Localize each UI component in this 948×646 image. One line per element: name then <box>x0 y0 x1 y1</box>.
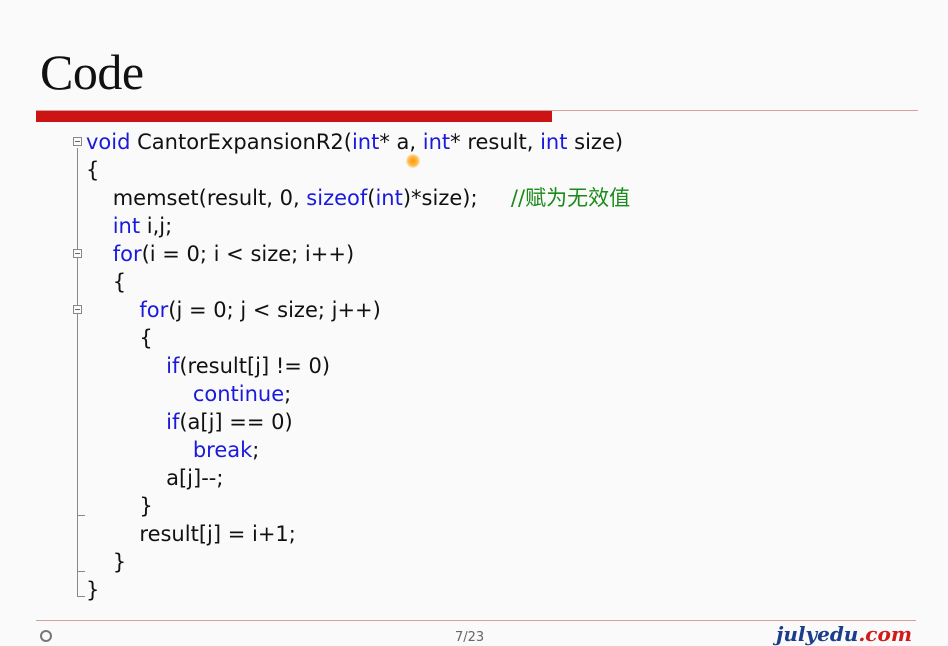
code-text: i,j; <box>140 214 173 238</box>
code-text: * result, <box>450 130 541 154</box>
code-text: ; <box>284 382 292 406</box>
title-accent-bar <box>36 111 552 122</box>
code-line: for(i = 0; i < size; i++) <box>86 240 354 268</box>
fold-guide-line <box>77 148 78 596</box>
code-line: int i,j; <box>86 212 173 240</box>
brand-logo: julyedu.com <box>776 622 912 646</box>
code-text: (j = 0; j < size; j++) <box>168 298 381 322</box>
code-keyword: int <box>375 186 403 210</box>
code-text: size) <box>567 130 624 154</box>
code-line: continue; <box>86 380 291 408</box>
code-line: result[j] = i+1; <box>86 520 296 548</box>
code-line: { <box>86 156 99 184</box>
code-line: } <box>86 576 99 604</box>
code-keyword: for <box>112 242 142 266</box>
fold-toggle-function[interactable] <box>73 137 82 146</box>
circle-icon <box>40 630 52 642</box>
code-text: (a[j] == 0) <box>179 410 293 434</box>
code-line: } <box>86 492 153 520</box>
code-text: } <box>86 494 153 518</box>
code-line: a[j]--; <box>86 464 223 492</box>
fold-end-function <box>77 596 85 597</box>
code-text: { <box>86 158 100 182</box>
code-text: { <box>86 270 127 294</box>
code-text: )*size); <box>402 186 511 210</box>
code-keyword: if <box>166 410 180 434</box>
code-text: ; <box>252 438 260 462</box>
fold-toggle-inner-loop[interactable] <box>73 305 82 314</box>
footer-divider <box>36 620 916 621</box>
code-keyword: if <box>166 354 180 378</box>
code-keyword: continue <box>192 382 285 406</box>
code-comment: //赋为无效值 <box>510 186 631 210</box>
code-line: break; <box>86 436 260 464</box>
brand-suffix: .com <box>858 622 912 646</box>
code-keyword: int <box>351 130 380 154</box>
code-keyword: int <box>422 130 451 154</box>
code-line: { <box>86 324 153 352</box>
code-text: } <box>86 550 127 574</box>
code-text: a[j]--; <box>86 466 224 490</box>
fold-toggle-outer-loop[interactable] <box>73 249 82 258</box>
code-keyword: sizeof <box>306 186 368 210</box>
slide-title: Code <box>40 44 144 100</box>
code-line: for(j = 0; j < size; j++) <box>86 296 381 324</box>
code-text: result[j] = i+1; <box>86 522 296 546</box>
fold-end-outer <box>77 571 85 572</box>
code-text: * a, <box>379 130 423 154</box>
code-keyword: break <box>192 438 253 462</box>
code-text: CantorExpansionR2( <box>130 130 352 154</box>
pointer-highlight <box>406 154 420 168</box>
code-line: memset(result, 0, sizeof(int)*size); //赋… <box>86 184 630 212</box>
code-keyword: int <box>112 214 141 238</box>
code-line: if(a[j] == 0) <box>86 408 293 436</box>
code-text: memset(result, 0, <box>86 186 307 210</box>
code-line: } <box>86 548 126 576</box>
code-keyword: void <box>86 130 131 154</box>
code-keyword: int <box>540 130 568 154</box>
code-line: { <box>86 268 126 296</box>
code-text: (i = 0; i < size; i++) <box>141 242 355 266</box>
fold-end-inner <box>77 515 85 516</box>
code-line: void CantorExpansionR2(int* a, int* resu… <box>86 128 623 156</box>
code-block: void CantorExpansionR2(int* a, int* resu… <box>0 126 948 606</box>
code-text: (result[j] != 0) <box>179 354 331 378</box>
brand-main: julyedu <box>776 622 859 646</box>
code-keyword: for <box>139 298 169 322</box>
page-number: 7/23 <box>455 630 485 645</box>
code-text: } <box>86 578 100 602</box>
code-line: if(result[j] != 0) <box>86 352 330 380</box>
code-text: { <box>86 326 153 350</box>
